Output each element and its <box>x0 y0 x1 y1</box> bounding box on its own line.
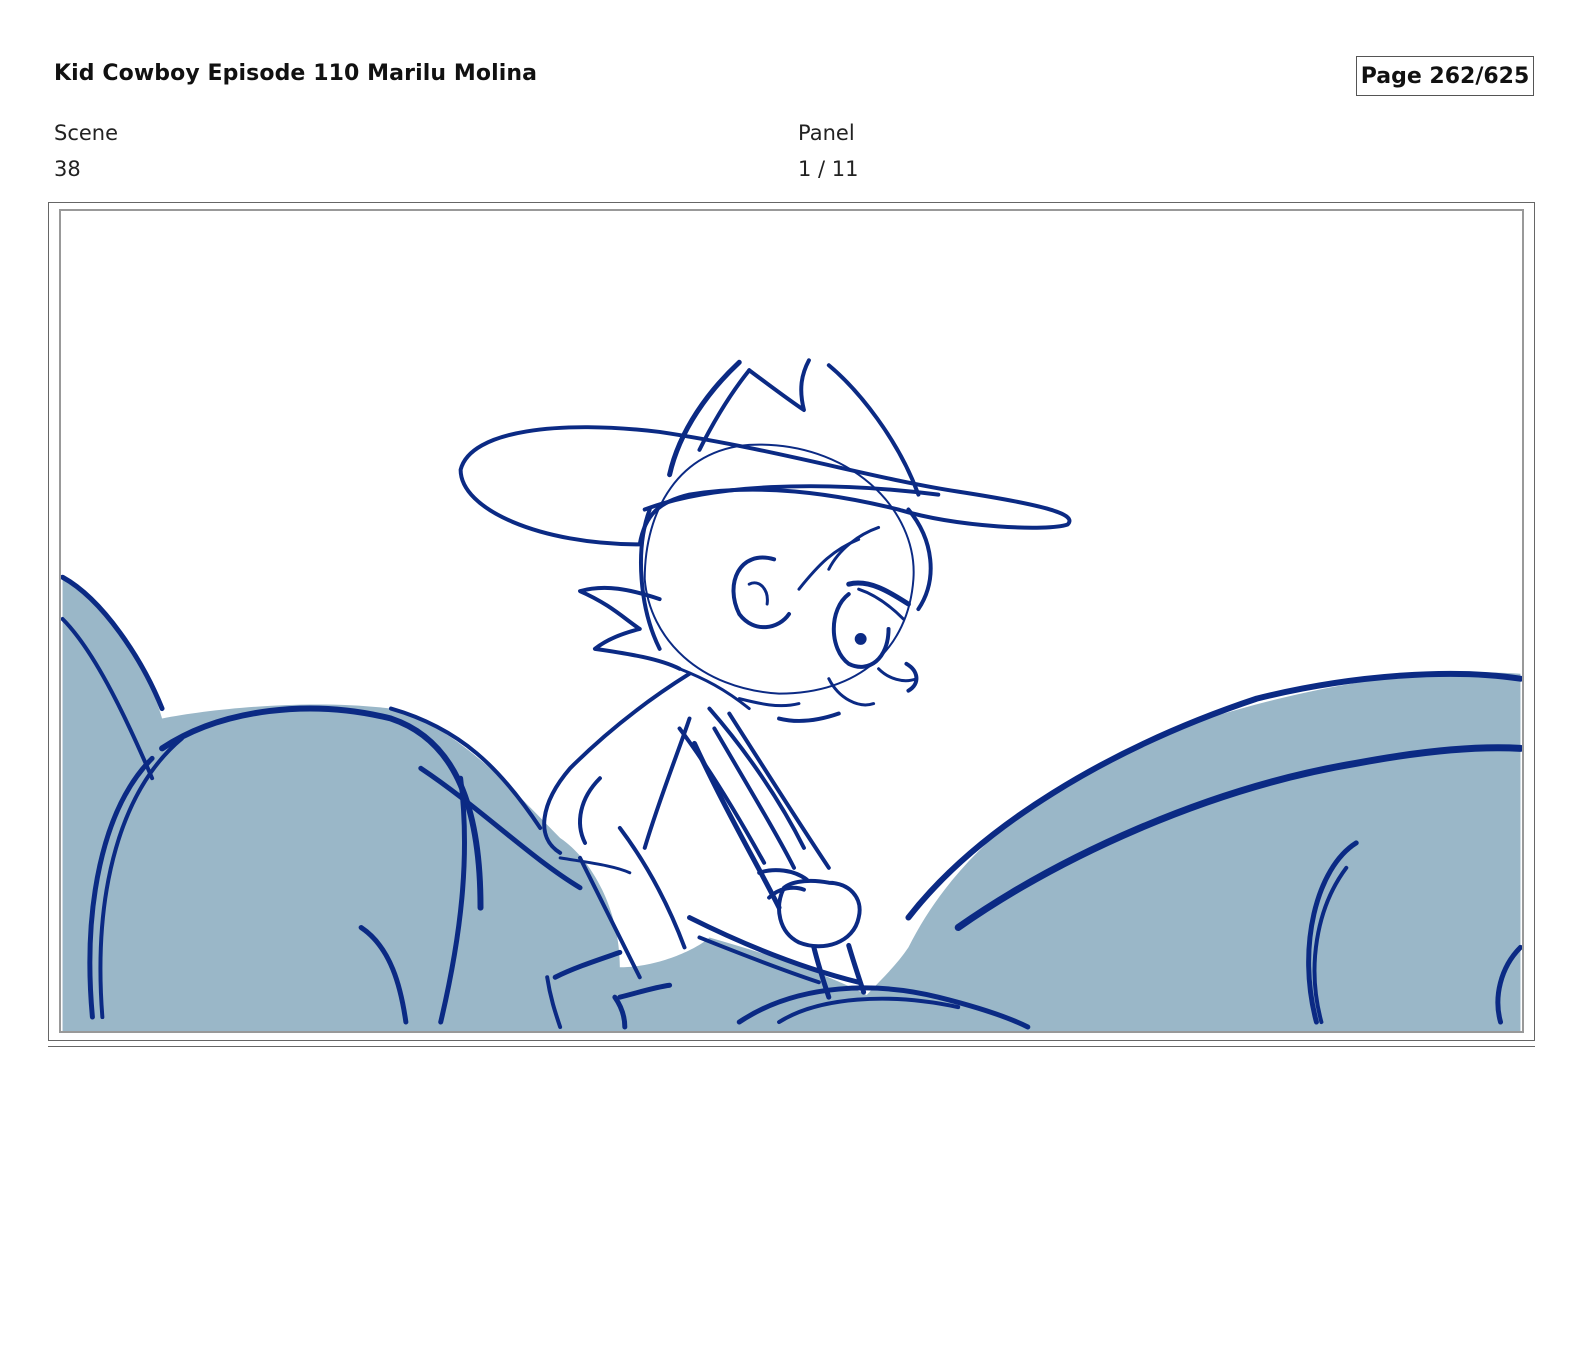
eye-outline <box>831 592 891 669</box>
brow <box>846 580 911 607</box>
ear-inner <box>747 581 769 606</box>
hair-strand <box>827 525 881 571</box>
hair-tuft <box>578 585 682 671</box>
scene-number: 38 <box>54 157 81 181</box>
panel-number: 1 / 11 <box>798 157 859 181</box>
torso-inner <box>578 776 602 845</box>
shoulder-strap <box>642 716 692 850</box>
scene-label: Scene <box>54 121 119 145</box>
nose <box>904 661 919 693</box>
collar-2 <box>737 697 801 708</box>
hat-crown-left-2 <box>697 368 752 452</box>
mouth <box>827 677 876 707</box>
torso-left <box>542 671 692 855</box>
storyboard-sketch <box>61 358 1522 1031</box>
hat-crown-dent <box>747 358 811 413</box>
document-title: Kid Cowboy Episode 110 Marilu Molina <box>54 61 538 86</box>
page-number-badge: Page 262/625 <box>1356 56 1534 96</box>
eyelid-line <box>857 587 905 621</box>
pupil <box>854 632 867 645</box>
bottom-rule <box>48 1046 1535 1047</box>
head-outline <box>643 443 915 695</box>
fist <box>777 878 862 949</box>
arm-lower <box>707 706 806 850</box>
cheek-line <box>877 667 918 683</box>
panel-label: Panel <box>798 121 855 145</box>
jaw-line <box>777 711 841 723</box>
stick-bottom-2 <box>846 942 867 995</box>
storyboard-panel-artwork <box>59 209 1524 1033</box>
ear <box>731 555 792 630</box>
leg-front-2 <box>617 826 687 950</box>
